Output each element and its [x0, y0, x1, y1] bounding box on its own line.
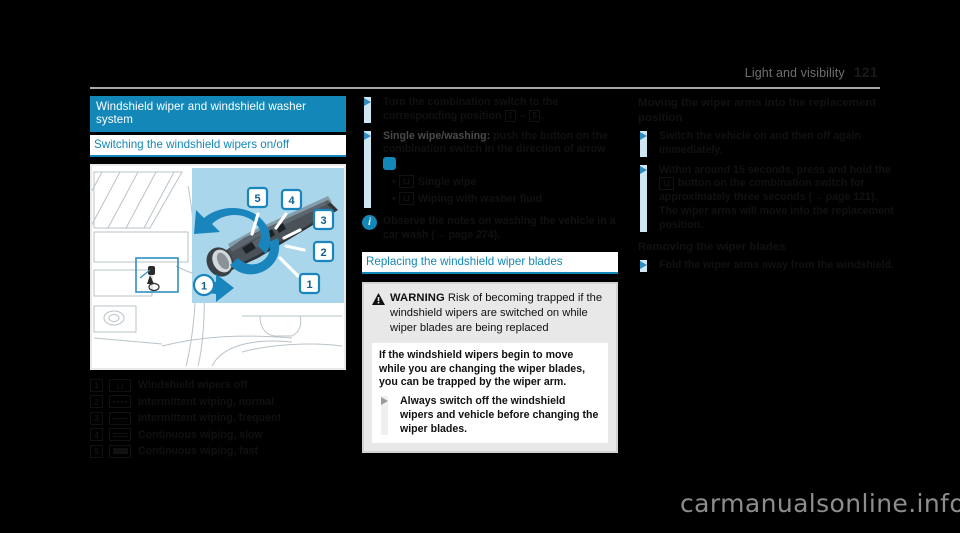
legend-label: Continuous wiping, fast: [138, 445, 259, 458]
illustration-svg: 5 4 3 2 1 1: [92, 165, 344, 368]
sub-bullet-item: • ⊔ Wiping with washer fluid: [389, 192, 618, 207]
warning-body-text: If the windshield wipers begin to move w…: [379, 348, 586, 389]
triangle-bullet-icon: [362, 96, 378, 124]
sub-heading-removing-blades: Removing the wiper blades: [638, 240, 786, 253]
triangle-bullet-icon: [638, 130, 654, 158]
sub-heading-replacement-position: Moving the wiper arms into the replaceme…: [638, 97, 876, 124]
position-box-max: 5: [529, 109, 540, 122]
header-divider: [90, 87, 880, 89]
step-period: .: [396, 159, 399, 172]
info-circle-icon: i: [362, 215, 377, 231]
legend-number: 4: [90, 428, 103, 442]
intermittent-normal-icon: [109, 395, 131, 409]
legend-row: 5 Continuous wiping, fast: [90, 444, 346, 458]
triangle-bullet-icon: [638, 259, 654, 273]
sub-bullet-label: Wiping with washer fluid: [418, 192, 543, 205]
continuous-slow-icon: [109, 428, 131, 442]
bullet-dot-icon: •: [392, 192, 396, 205]
warning-box: WARNING Risk of becoming trapped if the …: [362, 282, 618, 454]
major-heading-wiper-system: Windshield wiper and windshield washer s…: [90, 96, 346, 132]
legend-row: 2 Intermittent wiping, normal: [90, 395, 346, 409]
svg-text:1: 1: [201, 280, 207, 292]
legend-row: 3 Intermittent wiping, frequent: [90, 411, 346, 425]
legend-table: 1 Windshield wipers off 2 Intermittent w…: [90, 378, 346, 458]
page-header: Light and visibility 121: [90, 62, 880, 90]
warning-detail-panel: If the windshield wipers begin to move w…: [372, 342, 608, 444]
bullet-dot-icon: •: [392, 175, 396, 188]
legend-label: Intermittent wiping, normal: [138, 395, 274, 408]
legend-number: 5: [90, 444, 103, 458]
step-text-after: .: [540, 109, 544, 122]
section-title: Light and visibility: [744, 66, 845, 80]
svg-text:2: 2: [320, 247, 326, 259]
minor-heading-replacing-blades: Replacing the windshield wiper blades: [362, 251, 618, 275]
right-column: Moving the wiper arms into the replaceme…: [638, 96, 894, 279]
step-text: Switch the vehicle on and then off again…: [659, 130, 861, 156]
left-column: Windshield wiper and windshield washer s…: [90, 96, 346, 461]
position-box-min: 1: [505, 109, 516, 122]
step-text-before: Within around 15 seconds, press and hold…: [659, 163, 891, 176]
washer-fluid-icon: ⊔: [659, 176, 675, 190]
svg-text:4: 4: [288, 195, 295, 207]
triangle-bullet-icon: [379, 395, 395, 436]
triangle-bullet-icon: [362, 130, 378, 210]
wipers-off-icon: [109, 378, 131, 392]
warning-triangle-icon: [372, 291, 390, 336]
legend-label: Windshield wipers off: [138, 379, 248, 392]
svg-text:3: 3: [320, 215, 326, 227]
sub-bullet-label: Single wipe: [418, 175, 477, 188]
page-number: 121: [853, 64, 878, 80]
middle-column: Turn the combination switch to the corre…: [362, 96, 618, 454]
warning-action-text: Always switch off the windshield wipers …: [400, 395, 599, 435]
site-watermark: carmanualsonline.info: [680, 489, 960, 518]
warning-header: WARNING Risk of becoming trapped if the …: [372, 291, 608, 336]
warning-text: WARNING Risk of becoming trapped if the …: [390, 291, 608, 336]
info-note: i Observe the notes on washing the vehic…: [362, 215, 618, 243]
step-text-after: button on the combination switch for app…: [659, 177, 894, 231]
step-lead-label: Single wipe/washing:: [383, 129, 491, 142]
legend-label: Intermittent wiping, frequent: [138, 412, 282, 425]
svg-text:1: 1: [306, 279, 312, 291]
legend-row: 1 Windshield wipers off: [90, 378, 346, 392]
legend-number: 3: [90, 411, 103, 425]
sub-bullet-list: • ⊔ Single wipe • ⊔ Wiping with washer flu…: [389, 175, 618, 207]
legend-label: Continuous wiping, slow: [138, 428, 263, 441]
legend-row: 4 Continuous wiping, slow: [90, 428, 346, 442]
svg-text:5: 5: [254, 193, 260, 205]
procedure-step: Fold the wiper arms away from the windsh…: [638, 259, 894, 273]
step-dash: –: [516, 109, 529, 122]
procedure-step: Within around 15 seconds, press and hold…: [638, 164, 894, 233]
procedure-step: Switch the vehicle on and then off again…: [638, 130, 894, 158]
manual-page: Light and visibility 121 Windshield wiper…: [0, 0, 960, 533]
step-text: Turn the combination switch to the corre…: [383, 96, 618, 124]
info-note-text: Observe the notes on washing the vehicle…: [383, 215, 616, 242]
triangle-bullet-icon: [638, 164, 654, 233]
continuous-fast-icon: [109, 444, 131, 458]
minor-heading-switching-wipers: Switching the windshield wipers on/off: [90, 134, 346, 157]
warning-action: Always switch off the windshield wipers …: [379, 395, 601, 436]
header-title-group: Light and visibility 121: [745, 64, 878, 80]
procedure-step: Turn the combination switch to the corre…: [362, 96, 618, 124]
legend-number: 2: [90, 395, 103, 409]
warning-label: WARNING: [390, 292, 445, 305]
legend-number: 1: [90, 378, 103, 392]
arrow-direction-marker: [383, 157, 396, 171]
combination-switch-illustration: 5 4 3 2 1 1: [90, 163, 346, 370]
intermittent-frequent-icon: [109, 411, 131, 425]
step-text: Single wipe/washing: push the button on …: [383, 130, 618, 210]
sub-bullet-item: • ⊔ Single wipe: [389, 175, 618, 190]
single-wipe-icon: ⊔: [399, 175, 415, 189]
step-text: Fold the wiper arms away from the windsh…: [659, 259, 894, 272]
washer-fluid-icon: ⊔: [399, 192, 415, 206]
procedure-step: Single wipe/washing: push the button on …: [362, 130, 618, 210]
step-text: Within around 15 seconds, press and hold…: [659, 164, 894, 233]
